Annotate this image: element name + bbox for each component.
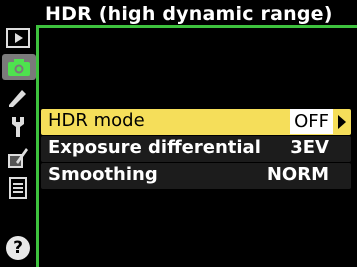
menu-item-value: OFF [290,109,333,134]
menu-item-exposure-differential[interactable]: Exposure differential 3EV [41,136,351,162]
menu-item-label: Smoothing [48,164,158,185]
menu-divider-horizontal [36,25,357,28]
help-icon[interactable]: ? [6,236,30,260]
pencil-icon[interactable] [4,85,32,111]
camera-menu-screen: ? HDR (high dynamic range) HDR mode OFF … [0,0,357,267]
menu-item-smoothing[interactable]: Smoothing NORM [41,163,351,189]
menu-item-value: 3EV [290,137,329,158]
wrench-icon[interactable] [4,114,32,140]
menu-item-value: NORM [266,164,329,185]
camera-icon[interactable] [2,54,36,80]
menu-item-label: Exposure differential [48,137,261,158]
menu-divider-vertical [36,25,39,267]
menu-item-hdr-mode[interactable]: HDR mode OFF [41,109,351,135]
menu-item-label: HDR mode [48,110,145,131]
recent-settings-icon[interactable] [4,175,32,201]
page-title: HDR (high dynamic range) [45,3,333,25]
chevron-right-icon [338,115,346,129]
retouch-icon[interactable] [4,145,32,171]
menu-tab-sidebar: ? [0,0,37,267]
hdr-settings-list: HDR mode OFF Exposure differential 3EV S… [41,109,351,190]
playback-icon[interactable] [4,25,32,51]
